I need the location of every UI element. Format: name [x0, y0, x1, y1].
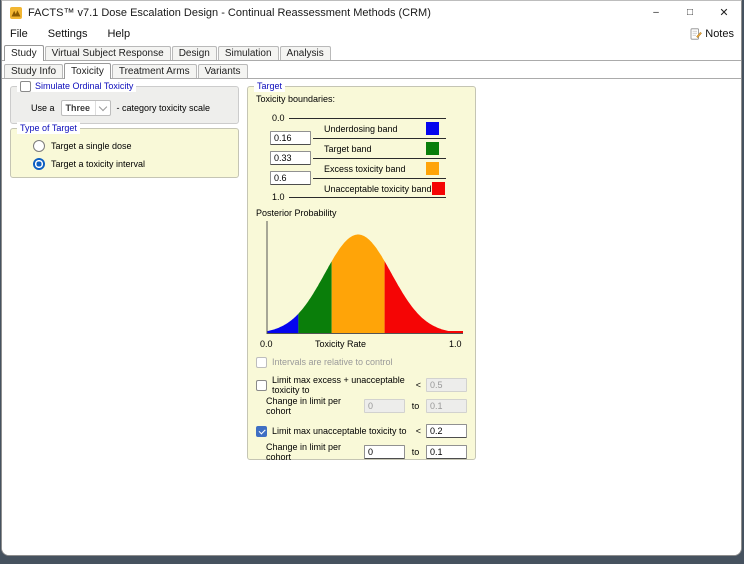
boundary-0-label: 0.0	[272, 113, 285, 123]
limit-unacceptable-input[interactable]	[426, 424, 467, 438]
simulate-ordinal-toxicity-checkbox[interactable]	[20, 81, 31, 92]
menu-settings[interactable]: Settings	[38, 24, 98, 43]
app-window: FACTS™ v7.1 Dose Escalation Design - Con…	[1, 0, 742, 556]
type-of-target-group: Type of Target Target a single dose Targ…	[10, 128, 239, 178]
notes-button[interactable]: Notes	[690, 28, 734, 40]
close-button[interactable]: ✕	[707, 1, 741, 24]
limit-excess-input	[426, 378, 467, 392]
notes-icon	[690, 28, 702, 40]
limit-excess-checkbox[interactable]	[256, 380, 267, 391]
unacceptable-change-label: Change in limit per cohort	[266, 442, 359, 462]
band-row-unacceptable: Unacceptable toxicity band	[313, 178, 446, 198]
target-single-dose-radio[interactable]	[33, 140, 45, 152]
x-tick-min: 0.0	[260, 339, 273, 349]
intervals-relative-label: Intervals are relative to control	[272, 357, 393, 367]
unacceptable-band-label: Unacceptable toxicity band	[324, 184, 432, 194]
band-row-underdosing: Underdosing band	[313, 118, 446, 138]
toxicity-scale-dropdown: Three	[61, 100, 111, 116]
chart-title: Posterior Probability	[256, 208, 337, 218]
category-scale-label: - category toxicity scale	[117, 103, 211, 113]
tab-design[interactable]: Design	[172, 46, 217, 60]
tab-study-info[interactable]: Study Info	[4, 64, 63, 78]
excess-change-to-input	[426, 399, 467, 413]
excess-change-to-word: to	[410, 401, 421, 411]
maximize-button[interactable]: □	[673, 1, 707, 24]
underdosing-band-swatch	[426, 122, 439, 135]
tab-variants[interactable]: Variants	[198, 64, 248, 78]
app-logo-icon	[10, 7, 22, 19]
chevron-down-icon	[95, 101, 110, 115]
underdosing-band-label: Underdosing band	[324, 124, 398, 134]
target-single-dose-label: Target a single dose	[51, 141, 132, 151]
type-of-target-legend: Type of Target	[17, 122, 80, 134]
x-tick-max: 1.0	[449, 339, 462, 349]
window-controls: – □ ✕	[639, 1, 741, 24]
band-row-target: Target band	[313, 138, 446, 158]
tab-treatment-arms[interactable]: Treatment Arms	[112, 64, 197, 78]
unacceptable-change-to-input[interactable]	[426, 445, 467, 459]
notes-label: Notes	[705, 28, 734, 40]
excess-change-row: Change in limit per cohort to	[266, 399, 467, 413]
excess-change-from-input	[364, 399, 405, 413]
limit-unacceptable-lt: <	[416, 426, 421, 436]
menu-help[interactable]: Help	[97, 24, 140, 43]
boundary-line-top	[289, 118, 313, 119]
toxicity-scale-value: Three	[62, 103, 95, 113]
boundary-3-input[interactable]	[270, 171, 311, 185]
limit-unacceptable-checkbox[interactable]	[256, 426, 267, 437]
limit-excess-lt: <	[416, 380, 421, 390]
band-row-excess: Excess toxicity band	[313, 158, 446, 178]
menu-bar: File Settings Help Notes	[2, 24, 741, 43]
band-list: Underdosing band Target band Excess toxi…	[313, 118, 446, 198]
menu-file[interactable]: File	[2, 24, 38, 43]
target-toxicity-interval-radio[interactable]	[33, 158, 45, 170]
intervals-relative-checkbox	[256, 357, 267, 368]
boundary-4-label: 1.0	[272, 192, 285, 202]
target-band-label: Target band	[324, 144, 372, 154]
use-a-label: Use a	[31, 103, 55, 113]
x-axis-label: Toxicity Rate	[315, 339, 366, 349]
target-toxicity-interval-label: Target a toxicity interval	[51, 159, 145, 169]
limit-unacceptable-row: Limit max unacceptable toxicity to <	[256, 424, 467, 438]
target-group: Target Toxicity boundaries: Underdosing …	[247, 86, 476, 460]
title-bar: FACTS™ v7.1 Dose Escalation Design - Con…	[2, 1, 741, 24]
toxicity-page: Simulate Ordinal Toxicity Use a Three - …	[2, 79, 741, 556]
minimize-button[interactable]: –	[639, 1, 673, 24]
simulate-ordinal-toxicity-label: Simulate Ordinal Toxicity	[35, 80, 133, 92]
limit-excess-row: Limit max excess + unacceptable toxicity…	[256, 378, 467, 392]
boundary-1-input[interactable]	[270, 131, 311, 145]
window-title: FACTS™ v7.1 Dose Escalation Design - Con…	[28, 7, 431, 19]
excess-band-label: Excess toxicity band	[324, 164, 406, 174]
simulate-ordinal-toxicity-legend: Simulate Ordinal Toxicity	[17, 80, 136, 92]
excess-band-swatch	[426, 162, 439, 175]
sub-tab-strip: Study Info Toxicity Treatment Arms Varia…	[2, 61, 741, 79]
target-band-swatch	[426, 142, 439, 155]
simulate-ordinal-toxicity-group: Simulate Ordinal Toxicity Use a Three - …	[10, 86, 239, 124]
boundary-2-input[interactable]	[270, 151, 311, 165]
tab-toxicity[interactable]: Toxicity	[64, 63, 111, 79]
unacceptable-change-to-word: to	[410, 447, 421, 457]
unacceptable-change-from-input[interactable]	[364, 445, 405, 459]
tab-simulation[interactable]: Simulation	[218, 46, 279, 60]
tab-study[interactable]: Study	[4, 45, 44, 61]
tab-analysis[interactable]: Analysis	[280, 46, 331, 60]
toxicity-boundaries-label: Toxicity boundaries:	[256, 94, 335, 104]
excess-change-label: Change in limit per cohort	[266, 396, 359, 416]
toxicity-boundaries-diagram: Underdosing band Target band Excess toxi…	[270, 118, 446, 198]
tab-virtual-subject-response[interactable]: Virtual Subject Response	[45, 46, 171, 60]
posterior-probability-chart	[262, 218, 466, 338]
intervals-relative-row: Intervals are relative to control	[256, 355, 467, 369]
boundary-line-bottom	[289, 197, 313, 198]
unacceptable-band-swatch	[432, 182, 445, 195]
unacceptable-change-row: Change in limit per cohort to	[266, 445, 467, 459]
main-tab-strip: Study Virtual Subject Response Design Si…	[2, 43, 741, 61]
limit-excess-label: Limit max excess + unacceptable toxicity…	[272, 375, 411, 395]
target-legend: Target	[254, 80, 285, 92]
limit-unacceptable-label: Limit max unacceptable toxicity to	[272, 426, 411, 436]
